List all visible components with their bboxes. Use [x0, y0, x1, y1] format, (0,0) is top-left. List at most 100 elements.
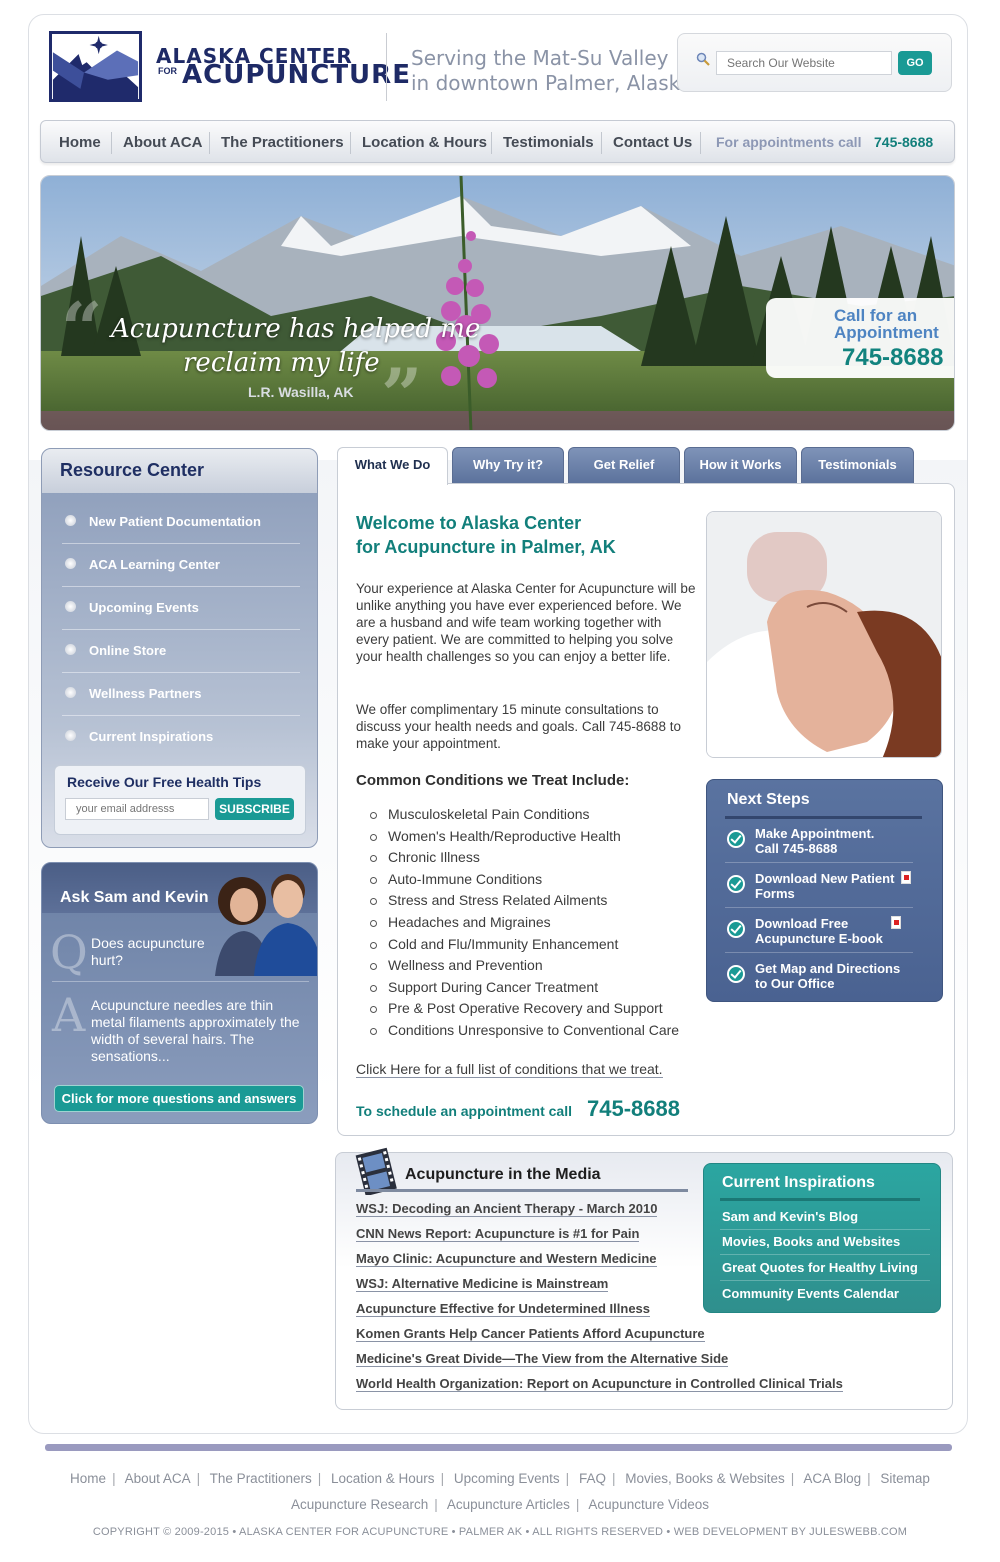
resource-item-online-store[interactable]: Online Store	[62, 630, 300, 673]
intro-paragraph: Your experience at Alaska Center for Acu…	[356, 581, 696, 664]
inspiration-link[interactable]: Movies, Books and Websites	[720, 1229, 930, 1255]
search-input[interactable]	[716, 51, 892, 75]
resource-item-learning-center[interactable]: ACA Learning Center	[62, 544, 300, 587]
film-reel-icon	[355, 1147, 397, 1195]
full-conditions-link[interactable]: Click Here for a full list of conditions…	[356, 1061, 663, 1078]
next-steps: Next Steps Make Appointment. Call 745-868…	[706, 779, 943, 1002]
next-step-directions[interactable]: Get Map and Directions to Our Office	[725, 953, 913, 998]
logo-mountain-icon	[52, 34, 139, 99]
inspirations-rule	[720, 1198, 920, 1201]
resource-item-label: New Patient Documentation	[89, 514, 261, 529]
call-appointment-box[interactable]: Call for an Appointment 745-8688	[766, 298, 954, 378]
media-link[interactable]: Mayo Clinic: Acupuncture and Western Med…	[356, 1251, 657, 1267]
nav-call-label: For appointments call	[716, 134, 862, 150]
list-item: Pre & Post Operative Recovery and Suppor…	[370, 1000, 679, 1022]
footer-separator: |	[317, 1471, 322, 1486]
nav-about[interactable]: About ACA	[123, 121, 202, 164]
inspiration-link[interactable]: Community Events Calendar	[720, 1281, 930, 1307]
nav-contact[interactable]: Contact Us	[613, 121, 692, 164]
footer-link-blog[interactable]: ACA Blog	[803, 1471, 861, 1486]
list-item: Musculoskeletal Pain Conditions	[370, 806, 679, 828]
bullet-icon	[65, 644, 76, 655]
nav-location[interactable]: Location & Hours	[362, 121, 487, 164]
hero-quote-line2: reclaim my life	[183, 348, 380, 378]
nav-testimonials[interactable]: Testimonials	[503, 121, 594, 164]
ask-title: Ask Sam and Kevin	[60, 889, 209, 906]
inspiration-link[interactable]: Sam and Kevin's Blog	[720, 1204, 930, 1230]
footer-link-movies[interactable]: Movies, Books & Websites	[625, 1471, 785, 1486]
inspiration-link[interactable]: Great Quotes for Healthy Living	[720, 1255, 930, 1281]
footer-link-location[interactable]: Location & Hours	[331, 1471, 435, 1486]
resource-item-current-inspirations[interactable]: Current Inspirations	[62, 716, 300, 759]
tab-testimonials[interactable]: Testimonials	[801, 447, 914, 484]
quote-close-icon: ”	[381, 352, 423, 431]
nav-separator	[491, 132, 492, 154]
main-nav: Home About ACA The Practitioners Locatio…	[40, 120, 955, 163]
media-link[interactable]: Medicine's Great Divide—The View from th…	[356, 1351, 729, 1367]
resource-item-label: ACA Learning Center	[89, 557, 220, 572]
check-icon	[727, 920, 745, 938]
ask-question: Does acupuncture hurt?	[91, 935, 205, 968]
media-link[interactable]: WSJ: Decoding an Ancient Therapy - March…	[356, 1201, 658, 1217]
nav-practitioners[interactable]: The Practitioners	[221, 121, 344, 164]
email-field[interactable]	[65, 798, 209, 820]
nav-home[interactable]: Home	[59, 121, 101, 164]
tagline-line1: Serving the Mat-Su Valley	[411, 46, 669, 70]
resource-item-wellness-partners[interactable]: Wellness Partners	[62, 673, 300, 716]
footer-link-articles[interactable]: Acupuncture Articles	[447, 1497, 570, 1512]
tab-why-try-it[interactable]: Why Try it?	[452, 447, 564, 484]
hero-banner: “ ” Acupuncture has helped me reclaim my…	[40, 175, 955, 431]
tab-what-we-do[interactable]: What We Do	[337, 447, 448, 485]
next-step-patient-forms[interactable]: Download New Patient Forms	[725, 863, 913, 908]
pdf-icon	[891, 916, 901, 929]
schedule-number: 745-8688	[587, 1096, 680, 1121]
list-item: Cold and Flu/Immunity Enhancement	[370, 936, 679, 958]
resource-item-new-patient[interactable]: New Patient Documentation	[62, 501, 300, 544]
footer-link-faq[interactable]: FAQ	[579, 1471, 606, 1486]
footer-rule	[45, 1444, 952, 1451]
patient-image	[707, 512, 941, 757]
search-icon	[696, 52, 710, 66]
footer-link-sitemap[interactable]: Sitemap	[880, 1471, 930, 1486]
nav-separator	[350, 132, 351, 154]
header-divider	[386, 33, 387, 101]
search-go-button[interactable]: GO	[898, 51, 932, 75]
current-inspirations: Current Inspirations Sam and Kevin's Blo…	[703, 1163, 941, 1313]
media-link[interactable]: WSJ: Alternative Medicine is Mainstream	[356, 1276, 609, 1292]
list-item: Stress and Stress Related Ailments	[370, 892, 679, 914]
logo[interactable]	[49, 31, 142, 102]
sam-kevin-photo	[215, 874, 317, 976]
answer-letter: A	[52, 988, 86, 1042]
resource-item-upcoming-events[interactable]: Upcoming Events	[62, 587, 300, 630]
media-link[interactable]: World Health Organization: Report on Acu…	[356, 1376, 843, 1392]
bullet-icon	[65, 730, 76, 741]
logo-line2: ACUPUNCTURE	[182, 60, 411, 90]
bullet-icon	[65, 558, 76, 569]
ask-divider	[52, 981, 309, 982]
footer-separator: |	[790, 1471, 795, 1486]
footer-link-practitioners[interactable]: The Practitioners	[210, 1471, 312, 1486]
footer-link-about[interactable]: About ACA	[125, 1471, 191, 1486]
subscribe-button[interactable]: SUBSCRIBE	[215, 798, 294, 820]
footer-link-research[interactable]: Acupuncture Research	[291, 1497, 428, 1512]
footer-link-videos[interactable]: Acupuncture Videos	[588, 1497, 709, 1512]
tab-get-relief[interactable]: Get Relief	[568, 447, 680, 484]
footer-link-events[interactable]: Upcoming Events	[454, 1471, 560, 1486]
media-link[interactable]: Komen Grants Help Cancer Patients Afford…	[356, 1326, 705, 1342]
bullet-icon	[65, 515, 76, 526]
media-link[interactable]: CNN News Report: Acupuncture is #1 for P…	[356, 1226, 640, 1242]
inspirations-title: Current Inspirations	[722, 1174, 875, 1191]
resource-item-label: Current Inspirations	[89, 729, 214, 744]
next-step-appointment[interactable]: Make Appointment. Call 745-8688	[725, 818, 913, 863]
conditions-title: Common Conditions we Treat Include:	[356, 772, 630, 789]
footer-link-home[interactable]: Home	[70, 1471, 106, 1486]
footer-separator: |	[196, 1471, 201, 1486]
list-item: Wellness and Prevention	[370, 957, 679, 979]
more-questions-button[interactable]: Click for more questions and answers	[54, 1085, 304, 1112]
media-title: Acupuncture in the Media	[405, 1166, 601, 1183]
media-link[interactable]: Acupuncture Effective for Undetermined I…	[356, 1301, 651, 1317]
next-step-ebook[interactable]: Download Free Acupuncture E-book	[725, 908, 913, 953]
hero-quote-author: L.R. Wasilla, AK	[248, 384, 354, 400]
tab-how-it-works[interactable]: How it Works	[684, 447, 797, 484]
copyright: COPYRIGHT © 2009-2015 • ALASKA CENTER FO…	[92, 1526, 908, 1538]
